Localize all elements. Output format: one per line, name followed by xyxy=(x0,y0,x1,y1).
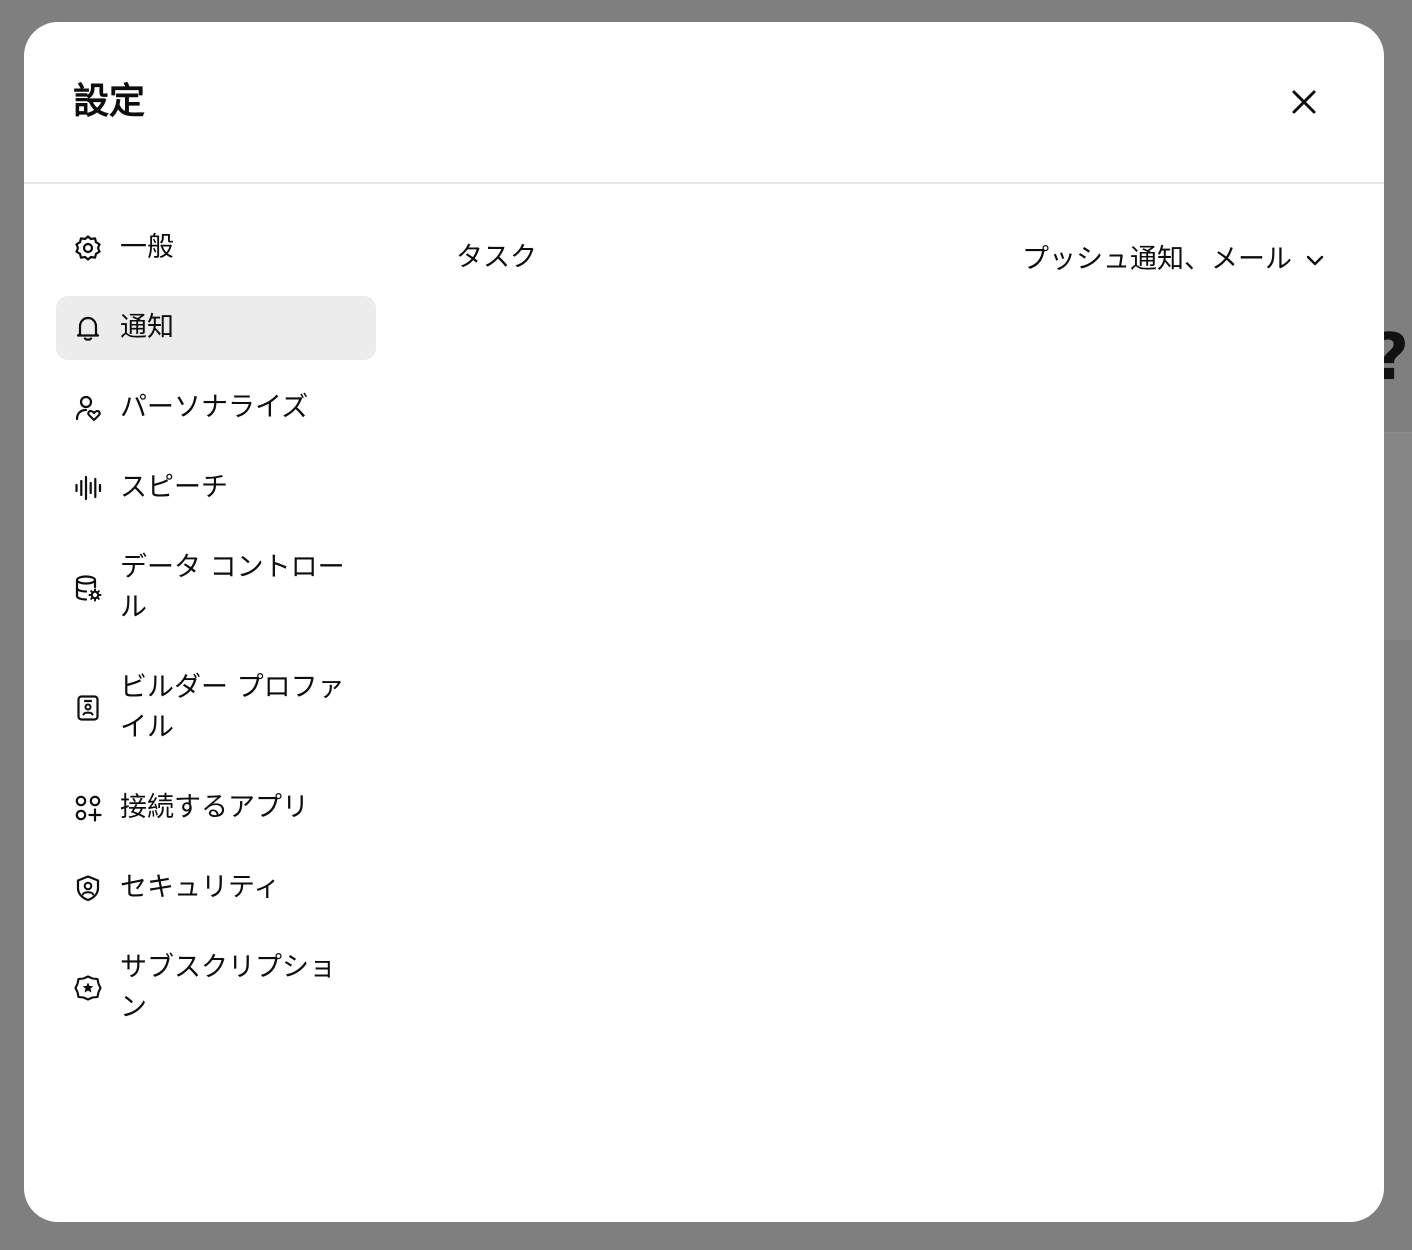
setting-row-tasks: タスク プッシュ通知、メール xyxy=(456,232,1326,288)
dialog-header: 設定 xyxy=(24,22,1384,184)
id-badge-icon xyxy=(74,694,102,722)
sidebar-item-label: 通知 xyxy=(120,312,174,343)
database-gear-icon xyxy=(74,574,102,602)
settings-dialog: 設定 一般 通知 パーソナライズ スピーチ データ コントロール ビルダー プロ… xyxy=(24,22,1384,1222)
sidebar-item-builder-profile[interactable]: ビルダー プロファイル xyxy=(56,656,376,760)
sidebar-item-connected-apps[interactable]: 接続するアプリ xyxy=(56,776,376,840)
sidebar-item-general[interactable]: 一般 xyxy=(56,216,376,280)
sidebar-item-security[interactable]: セキュリティ xyxy=(56,856,376,920)
sidebar-item-label: セキュリティ xyxy=(120,872,281,903)
waveform-icon xyxy=(74,474,102,502)
sidebar-item-data-controls[interactable]: データ コントロール xyxy=(56,536,376,640)
notification-method-dropdown[interactable]: プッシュ通知、メール xyxy=(1022,232,1326,288)
user-heart-icon xyxy=(74,394,102,422)
close-button[interactable] xyxy=(1278,76,1330,128)
dialog-title: 設定 xyxy=(73,81,146,122)
setting-label: タスク xyxy=(456,242,537,273)
star-badge-icon xyxy=(74,974,102,1002)
dropdown-value: プッシュ通知、メール xyxy=(1022,244,1292,275)
notifications-panel: タスク プッシュ通知、メール xyxy=(456,232,1326,288)
apps-plus-icon xyxy=(74,794,102,822)
shield-user-icon xyxy=(74,874,102,902)
background-panel xyxy=(1384,432,1412,640)
sidebar-item-label: 一般 xyxy=(120,232,174,263)
sidebar-item-label: 接続するアプリ xyxy=(120,792,309,823)
sidebar-item-label: スピーチ xyxy=(120,472,228,503)
sidebar-item-label: データ コントロール xyxy=(120,552,345,623)
sidebar-item-label: パーソナライズ xyxy=(120,392,309,423)
sidebar-item-label: ビルダー プロファイル xyxy=(120,672,345,743)
sidebar-item-label: サブスクリプション xyxy=(120,952,336,1023)
bell-icon xyxy=(74,314,102,342)
settings-sidebar: 一般 通知 パーソナライズ スピーチ データ コントロール ビルダー プロファイ… xyxy=(56,216,376,1056)
sidebar-item-notifications[interactable]: 通知 xyxy=(56,296,376,360)
sidebar-item-speech[interactable]: スピーチ xyxy=(56,456,376,520)
gear-icon xyxy=(74,234,102,262)
sidebar-item-subscription[interactable]: サブスクリプション xyxy=(56,936,376,1040)
close-icon xyxy=(1291,89,1317,115)
chevron-down-icon xyxy=(1304,249,1326,271)
sidebar-item-personalize[interactable]: パーソナライズ xyxy=(56,376,376,440)
